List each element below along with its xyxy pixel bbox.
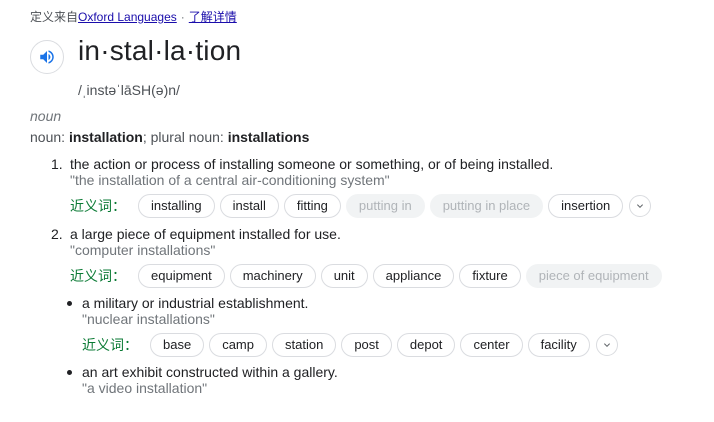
plural-label: plural noun [150,129,220,145]
chevron-down-icon [603,343,610,347]
synonym-chip[interactable]: center [460,333,523,357]
phonetic-spelling: /ˌinstəˈlāSH(ə)n/ [78,82,180,98]
subsense-example: "nuclear installations" [82,311,215,327]
synonym-chip[interactable]: station [272,333,337,357]
synonym-label: 近义词： [70,268,126,284]
synonym-chip: putting in place [429,194,544,218]
word-forms: noun: installation; plural noun: install… [30,129,310,145]
expand-synonyms-button[interactable] [629,195,652,217]
sense-number: 1. [51,156,63,172]
subsense-example: "a video installation" [82,380,208,396]
source-prefix: 定义来自 [30,10,79,24]
oxford-languages-link[interactable]: Oxford Languages [78,10,177,24]
headword: in·stal·la·tion [78,35,242,66]
part-of-speech: noun [30,108,62,124]
synonym-label: 近义词： [70,198,126,214]
forms-label: noun [30,129,62,145]
synonym-chip[interactable]: facility [527,333,590,357]
sense-definition: a large piece of equipment installed for… [70,226,341,242]
synonym-chip[interactable]: fitting [283,194,341,218]
definition-source: 定义来自Oxford Languages · 了解详情 [30,8,237,25]
synonym-row: 近义词： installing install fitting putting … [70,193,652,219]
pronunciation-button[interactable] [30,40,64,74]
synonym-chip[interactable]: machinery [229,264,316,288]
sense-example: "computer installations" [70,242,216,258]
synonym-label: 近义词： [82,337,138,353]
plural-form: installations [227,129,310,145]
list-bullet [67,370,72,375]
synonym-chip[interactable]: fixture [459,264,521,288]
sense-example: "the installation of a central air-condi… [70,172,390,188]
sense-number: 2. [51,226,63,242]
synonym-chip[interactable]: post [341,333,392,357]
speaker-icon [40,50,54,64]
synonym-chip[interactable]: equipment [138,264,225,288]
synonym-chip[interactable]: insertion [548,194,624,218]
chevron-down-icon [637,204,644,208]
learn-more-link[interactable]: 了解详情 [189,10,237,24]
synonym-chip[interactable]: depot [396,333,456,357]
synonym-chip[interactable]: installing [138,194,215,218]
subsense-definition: a military or industrial establishment. [82,295,309,311]
synonym-row: 近义词： equipment machinery unit appliance … [70,263,667,289]
synonym-chip: piece of equipment [525,264,662,288]
synonym-chip[interactable]: camp [209,333,267,357]
synonym-chip: putting in [345,194,425,218]
list-bullet [67,301,72,306]
source-separator: · [180,10,185,24]
subsense-definition: an art exhibit constructed within a gall… [82,364,338,380]
synonym-chip[interactable]: base [150,333,205,357]
expand-synonyms-button[interactable] [595,334,618,356]
synonym-row: 近义词： base camp station post depot center… [82,332,618,358]
singular-form: installation [68,129,143,145]
synonym-chip[interactable]: unit [320,264,368,288]
synonym-chip[interactable]: install [219,194,279,218]
synonym-chip[interactable]: appliance [372,264,455,288]
sense-definition: the action or process of installing some… [70,156,554,172]
